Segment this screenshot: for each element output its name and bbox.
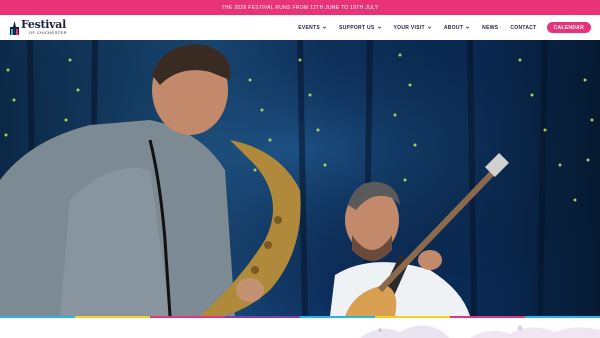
nav-news-label: NEWS bbox=[482, 24, 499, 31]
main-nav: EVENTS SUPPORT US YOUR VISIT ABOUT NEWS … bbox=[286, 15, 591, 40]
hero-image bbox=[0, 40, 600, 316]
calendar-button[interactable]: CALENDAR bbox=[546, 22, 591, 33]
announcement-bar: THE 2026 FESTIVAL RUNS FROM 12TH JUNE TO… bbox=[0, 0, 600, 15]
nav-your-visit[interactable]: YOUR VISIT bbox=[394, 25, 432, 31]
nav-news[interactable]: NEWS bbox=[482, 25, 498, 31]
site-logo[interactable]: Festival OF CHICHESTER bbox=[10, 19, 68, 37]
logo-sub-text: OF CHICHESTER bbox=[29, 30, 67, 35]
chevron-down-icon bbox=[465, 26, 470, 29]
announcement-text: THE 2026 FESTIVAL RUNS FROM 12TH JUNE TO… bbox=[221, 4, 379, 11]
paint-splash-decoration bbox=[360, 325, 600, 338]
chevron-down-icon bbox=[322, 26, 327, 29]
nav-contact-label: CONTACT bbox=[510, 24, 537, 31]
nav-events-label: EVENTS bbox=[298, 24, 321, 31]
chevron-down-icon bbox=[377, 26, 381, 29]
nav-events[interactable]: EVENTS bbox=[298, 25, 327, 31]
nav-about[interactable]: ABOUT bbox=[444, 25, 470, 31]
hero-photo-musicians bbox=[0, 40, 600, 316]
calendar-button-label: CALENDAR bbox=[553, 24, 584, 31]
nav-visit-label: YOUR VISIT bbox=[393, 24, 425, 31]
site-header: Festival OF CHICHESTER EVENTS SUPPORT US… bbox=[0, 15, 600, 40]
cathedral-logo-icon bbox=[10, 21, 19, 35]
chevron-down-icon bbox=[427, 26, 432, 29]
content-below-hero bbox=[0, 318, 600, 338]
nav-support-us[interactable]: SUPPORT US bbox=[339, 25, 382, 31]
nav-about-label: ABOUT bbox=[443, 24, 464, 31]
nav-support-label: SUPPORT US bbox=[339, 24, 375, 31]
nav-contact[interactable]: CONTACT bbox=[510, 25, 536, 31]
logo-main-text: Festival bbox=[21, 18, 66, 31]
